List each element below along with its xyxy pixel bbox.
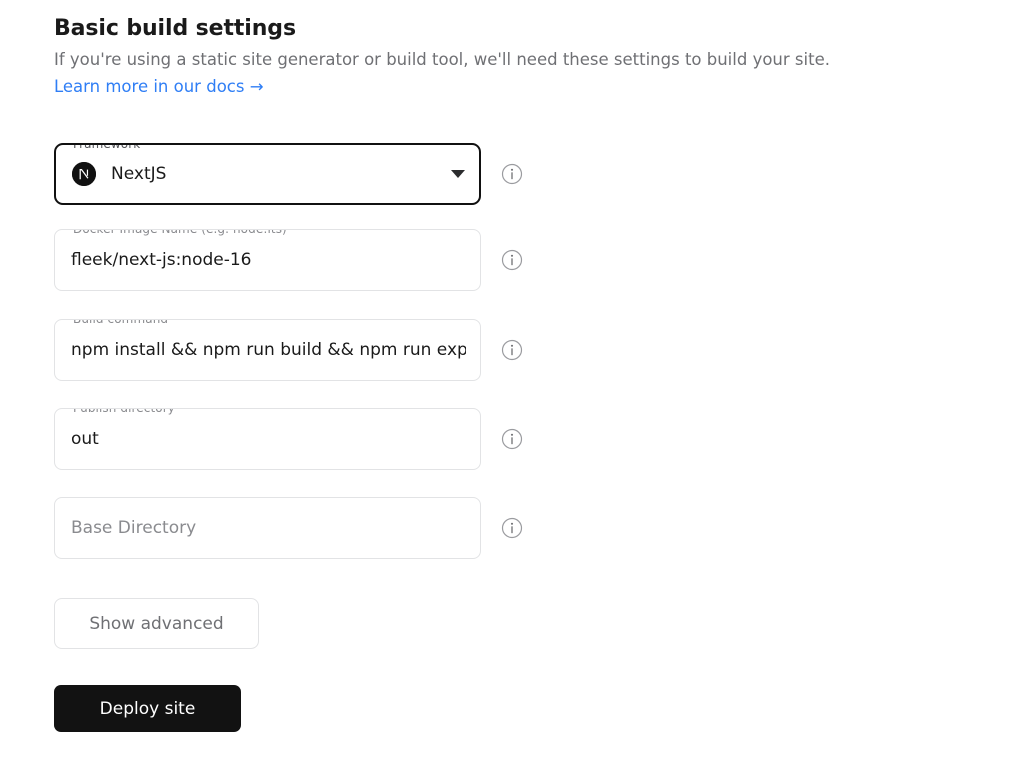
show-advanced-button[interactable]: Show advanced [54,598,259,649]
publish-directory-label: Publish directory [68,409,180,416]
build-command-label: Build command [68,320,174,327]
settings-header: Basic build settings If you're using a s… [54,16,984,99]
page-title: Basic build settings [54,16,296,41]
publish-directory-field[interactable]: Publish directory out [54,408,481,470]
page-subtitle: If you're using a static site generator … [54,50,830,70]
framework-value: NextJS [111,164,167,184]
basic-build-settings-page: Basic build settings If you're using a s… [0,0,1024,779]
build-command-field[interactable]: Build command npm install && npm run bui… [54,319,481,381]
nextjs-logo-icon [72,162,96,186]
field-row-framework: Framework NextJS [54,143,523,205]
field-row-build-command: Build command npm install && npm run bui… [54,319,523,381]
info-icon-publish-directory[interactable] [501,428,523,450]
build-command-value: npm install && npm run build && npm run … [71,340,466,360]
docker-image-name-label: Docker Image Name (e.g. node:lts) [68,230,292,237]
deploy-site-button[interactable]: Deploy site [54,685,241,732]
field-row-publish-directory: Publish directory out [54,408,523,470]
framework-select[interactable]: Framework NextJS [54,143,481,205]
info-icon-base-directory[interactable] [501,517,523,539]
info-icon-docker-image-name[interactable] [501,249,523,271]
framework-label: Framework [68,145,146,152]
chevron-down-icon[interactable] [451,170,465,178]
base-directory-field[interactable]: Base Directory [54,497,481,559]
docker-image-name-field[interactable]: Docker Image Name (e.g. node:lts) fleek/… [54,229,481,291]
field-row-base-directory: Base Directory [54,497,523,559]
publish-directory-value: out [71,429,99,449]
learn-more-docs-link[interactable]: Learn more in our docs → [54,75,264,99]
field-row-docker-image-name: Docker Image Name (e.g. node:lts) fleek/… [54,229,523,291]
base-directory-placeholder: Base Directory [71,518,197,538]
info-icon-build-command[interactable] [501,339,523,361]
info-icon-framework[interactable] [501,163,523,185]
docker-image-name-value: fleek/next-js:node-16 [71,250,252,270]
